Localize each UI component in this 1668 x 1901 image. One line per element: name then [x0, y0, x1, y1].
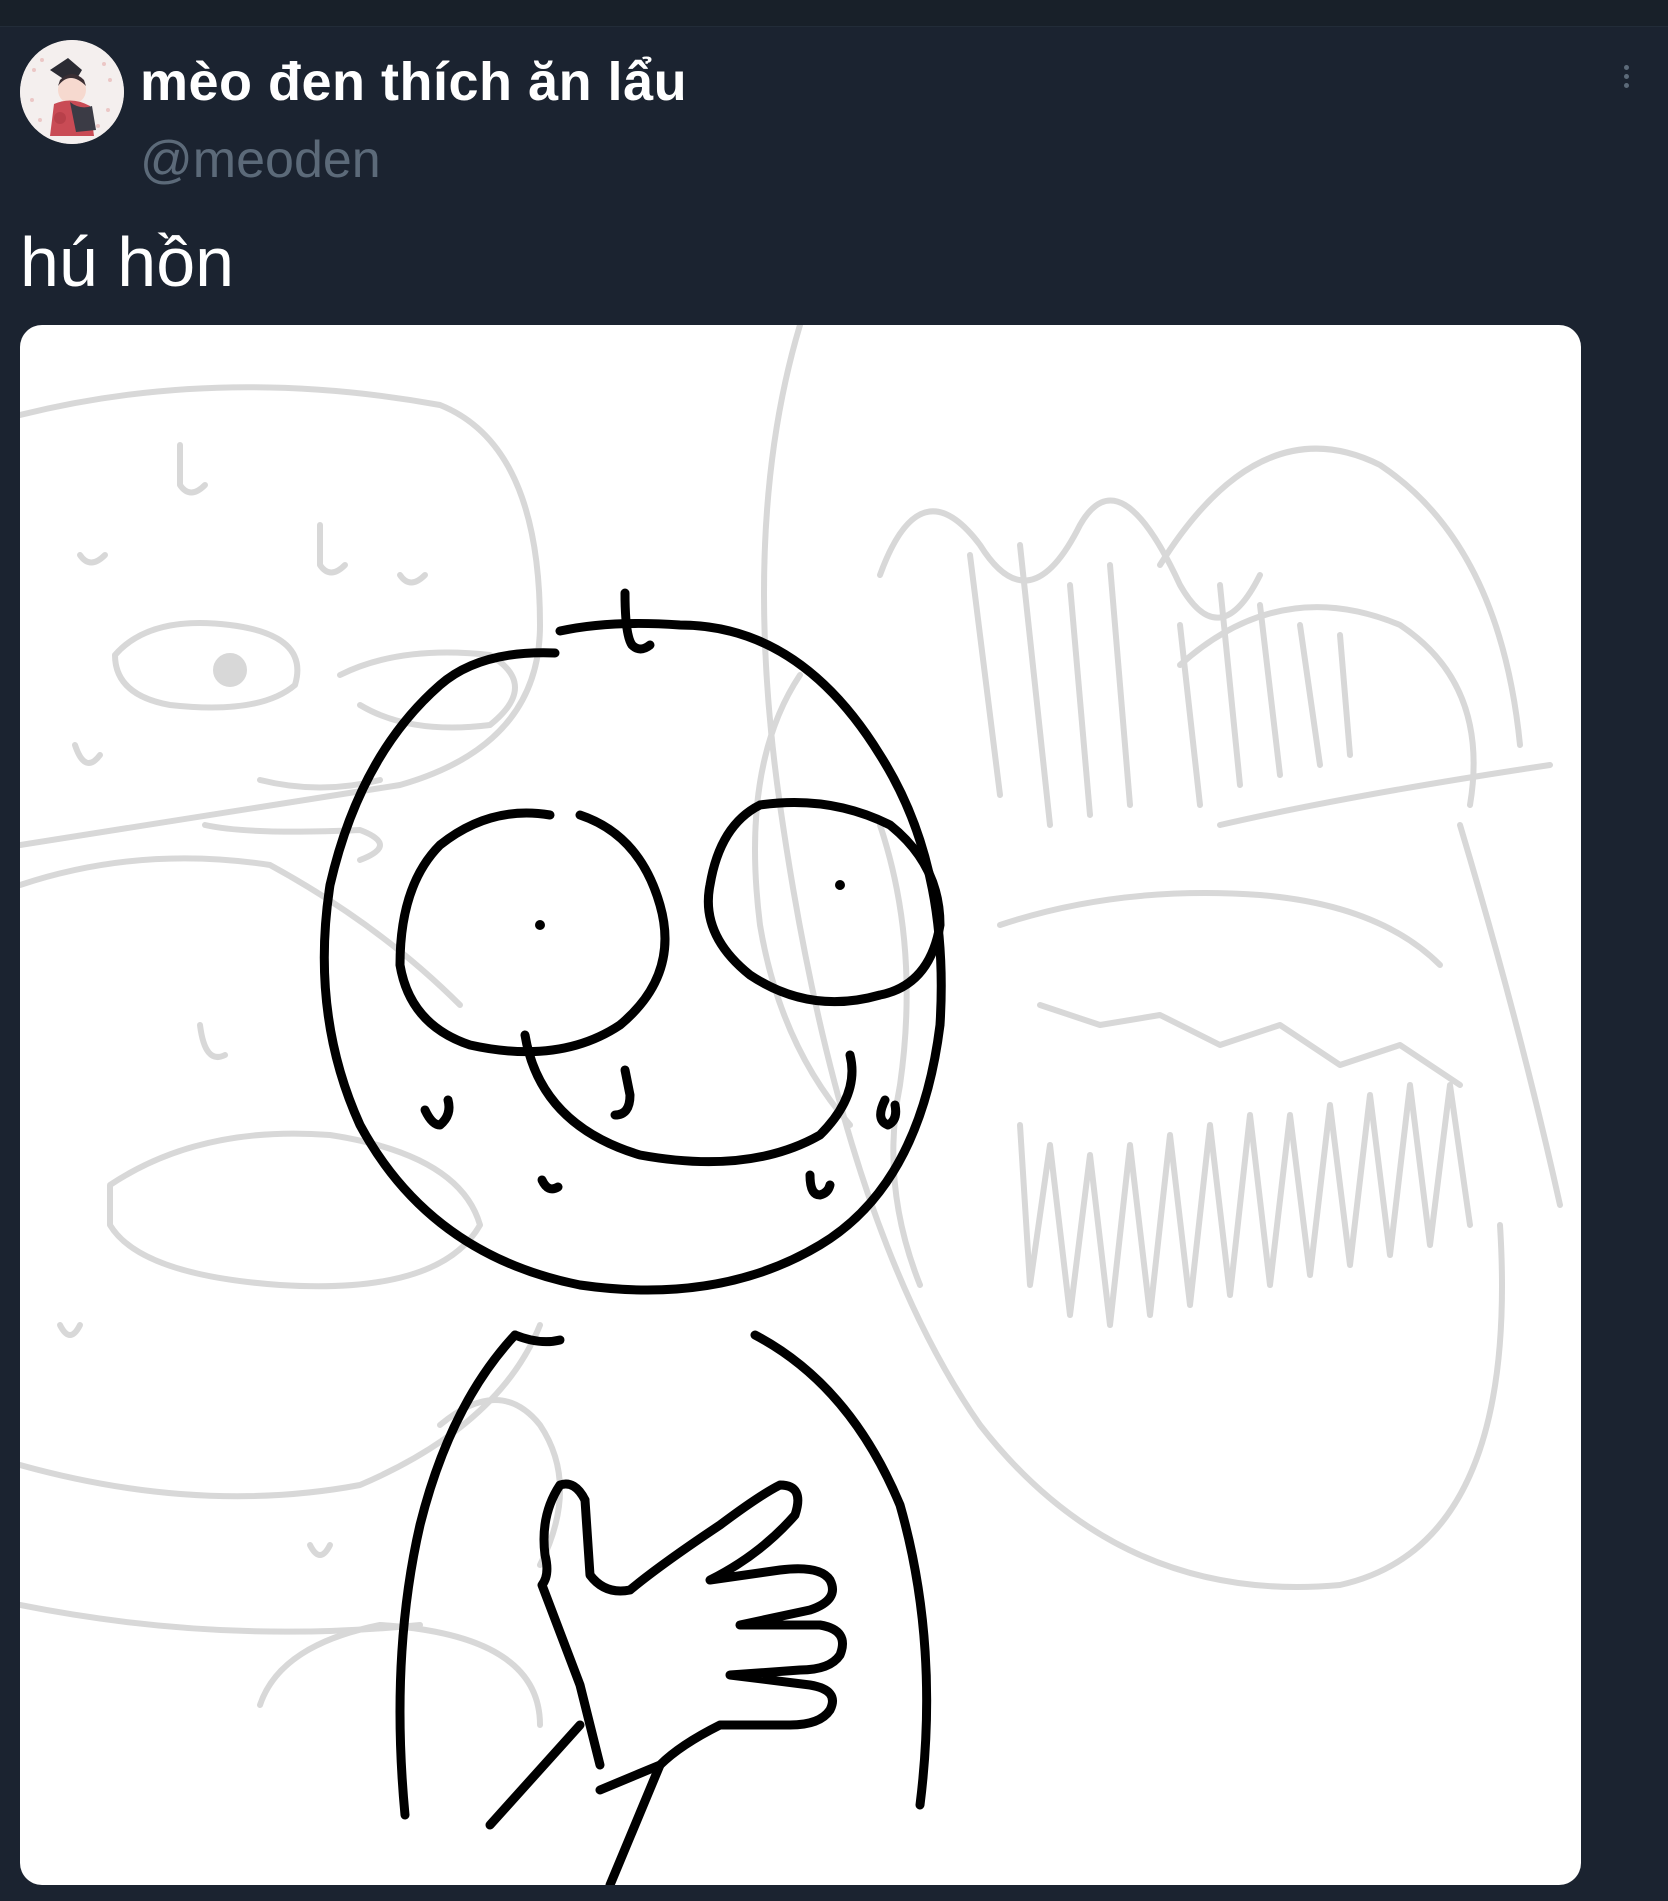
top-strip	[0, 0, 1668, 27]
display-name[interactable]: mèo đen thích ăn lẩu	[140, 50, 687, 114]
left-pupil	[535, 920, 545, 930]
more-vertical-icon[interactable]	[1608, 58, 1644, 94]
more-dot	[1623, 82, 1629, 88]
right-pupil	[835, 880, 845, 890]
more-dot	[1623, 73, 1629, 79]
meme-drawing	[20, 325, 1563, 1885]
avatar[interactable]	[20, 40, 124, 144]
avatar-illustration	[20, 40, 124, 144]
user-handle[interactable]: @meoden	[140, 130, 381, 190]
more-dot	[1623, 64, 1629, 70]
tweet-media-image[interactable]	[20, 325, 1581, 1885]
tweet-text: hú hồn	[20, 223, 235, 301]
main-character	[319, 588, 946, 1885]
